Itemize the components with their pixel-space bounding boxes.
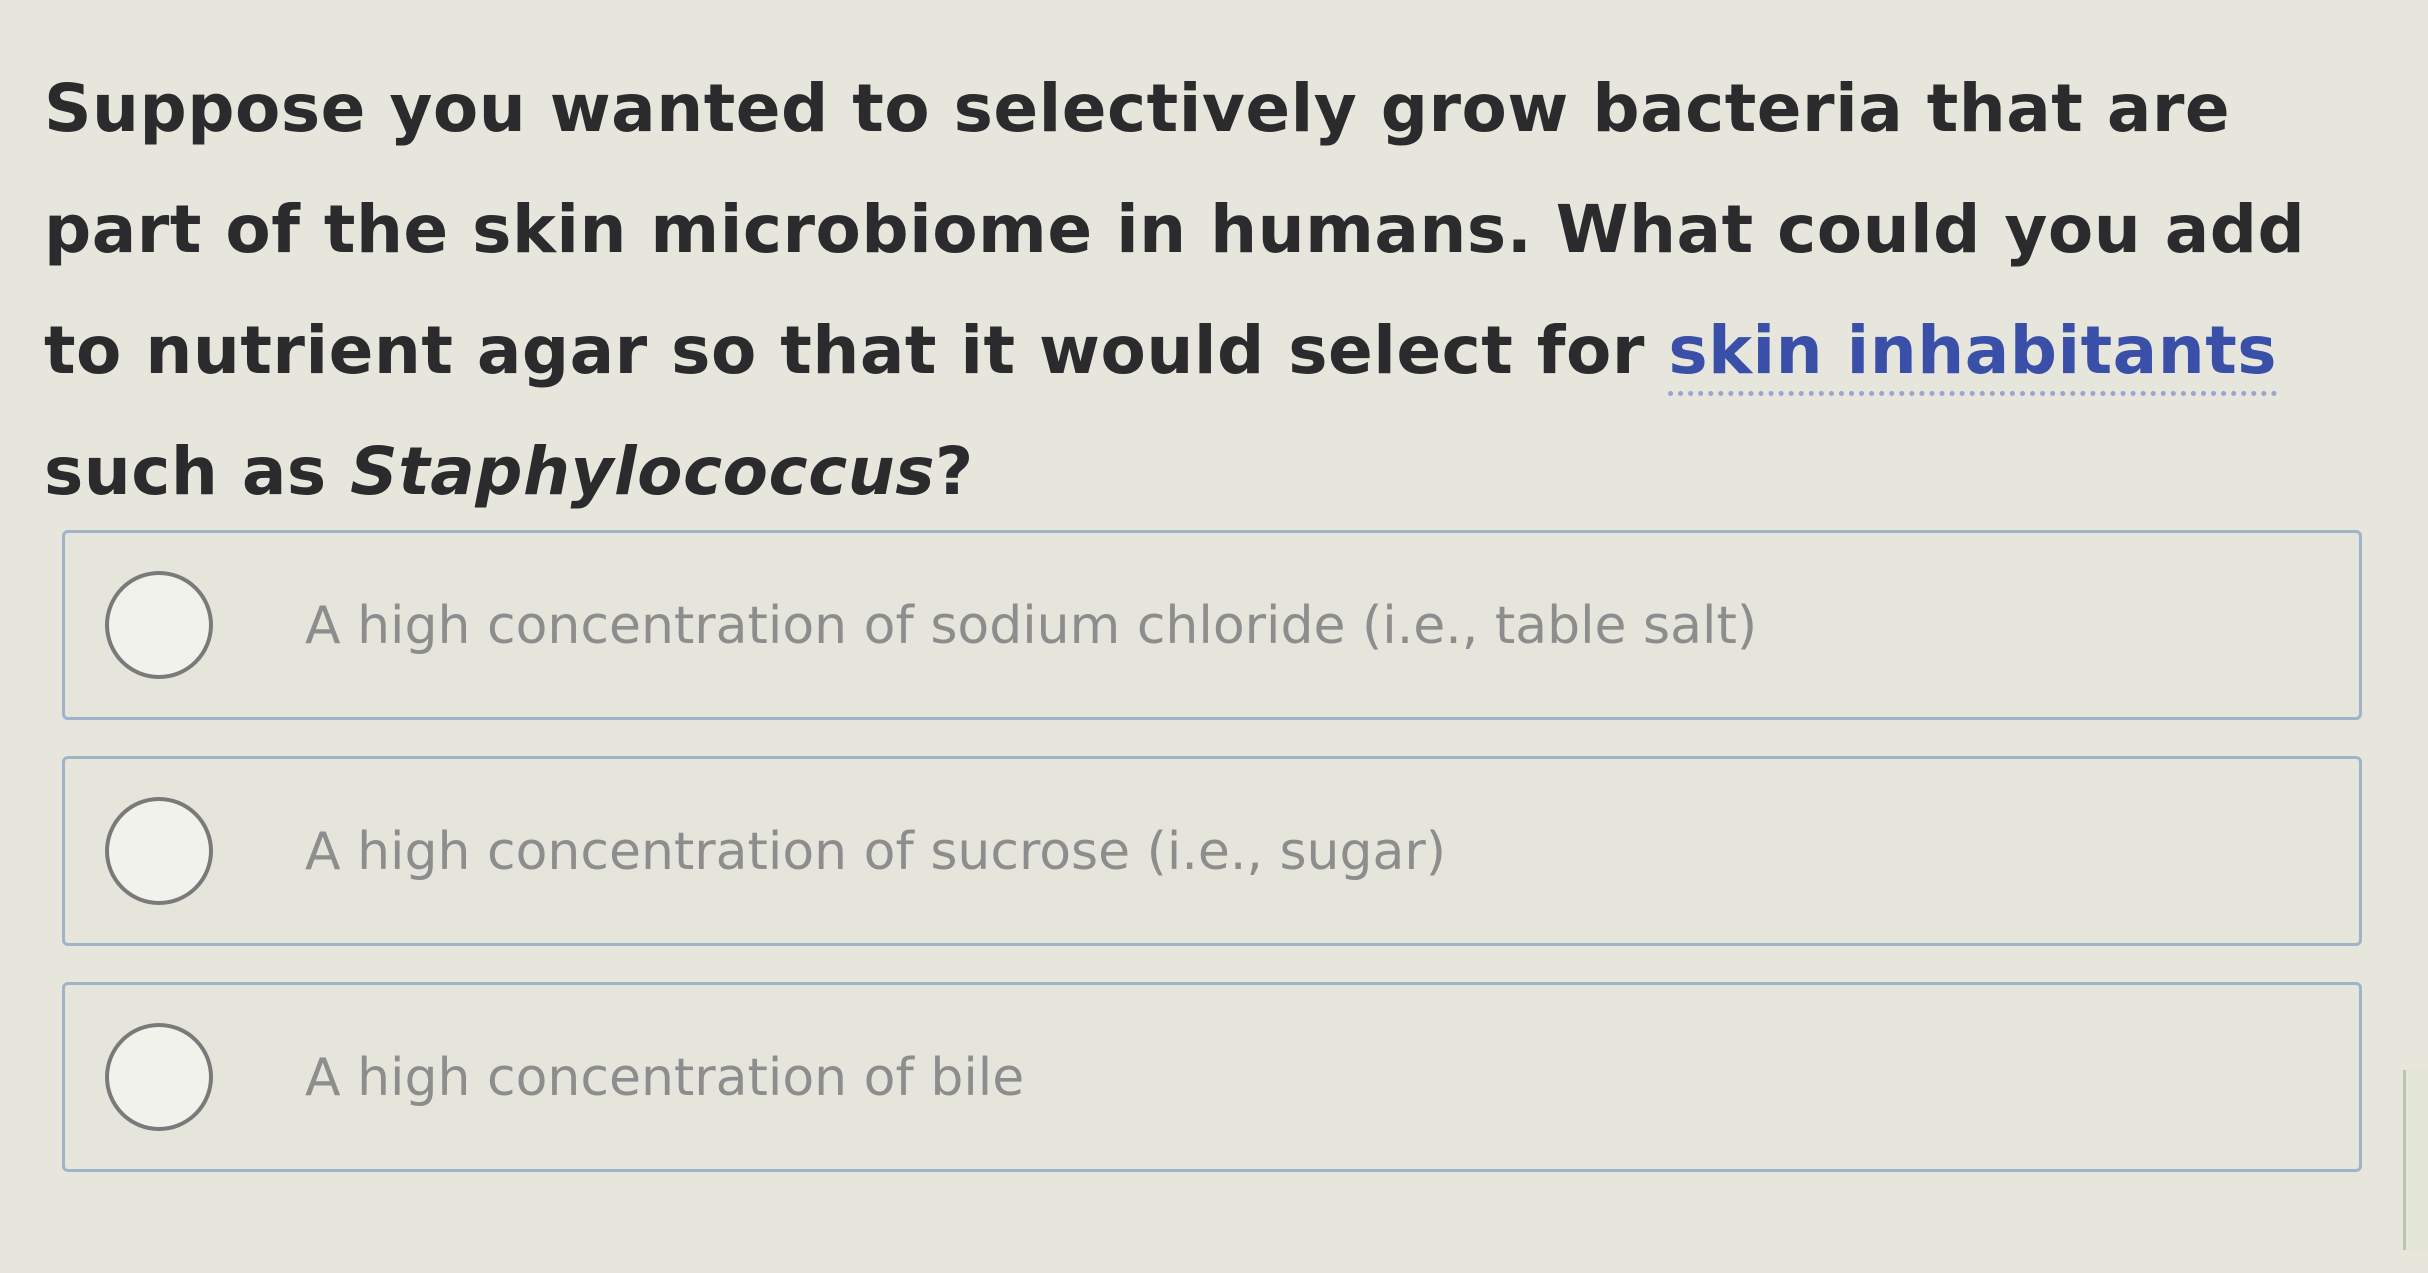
radio-button[interactable]	[105, 1023, 213, 1131]
answer-option-bile[interactable]: A high concentration of bile	[62, 982, 2362, 1172]
organism-name: Staphylococcus	[350, 433, 935, 510]
answer-options: A high concentration of sodium chloride …	[62, 530, 2362, 1208]
answer-option-sodium-chloride[interactable]: A high concentration of sodium chloride …	[62, 530, 2362, 720]
answer-option-sucrose[interactable]: A high concentration of sucrose (i.e., s…	[62, 756, 2362, 946]
question-continuation: such as	[44, 433, 351, 510]
offscreen-control-edge	[2403, 1070, 2428, 1250]
glossary-term-link[interactable]: skin inhabitants	[1668, 312, 2278, 396]
question-mark: ?	[934, 433, 974, 510]
answer-option-label: A high concentration of sucrose (i.e., s…	[305, 822, 1447, 882]
answer-option-label: A high concentration of bile	[305, 1048, 1025, 1108]
radio-button[interactable]	[105, 571, 213, 679]
radio-button[interactable]	[105, 797, 213, 905]
answer-option-label: A high concentration of sodium chloride …	[305, 596, 1758, 656]
question-text: Suppose you wanted to selectively grow b…	[44, 48, 2384, 532]
